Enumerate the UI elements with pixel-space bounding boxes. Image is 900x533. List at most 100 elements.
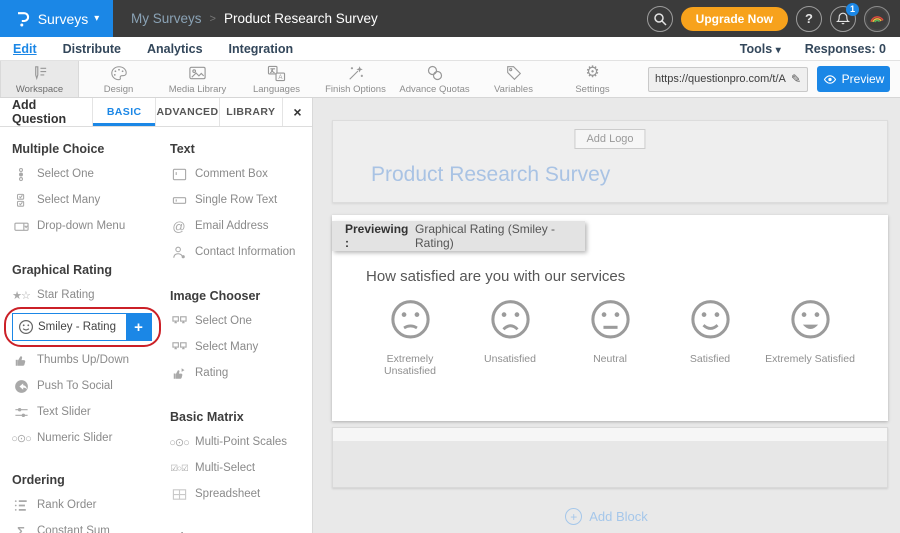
qtype-rank-order[interactable]: Rank Order [12, 492, 170, 518]
chevron-down-icon: ▾ [776, 45, 781, 56]
tab-distribute[interactable]: Distribute [63, 42, 121, 56]
add-logo-button[interactable]: Add Logo [574, 129, 645, 149]
option-neutral[interactable]: Neutral [560, 297, 660, 377]
notifications-button[interactable]: 1 [830, 6, 856, 32]
add-smiley-question-button[interactable]: + [126, 314, 151, 340]
magic-wand-icon [347, 64, 365, 83]
qtype-select-many[interactable]: Select Many [12, 187, 170, 213]
radio-stack-icon [12, 167, 30, 182]
at-sign-icon: @ [170, 219, 188, 234]
toolbar-languages[interactable]: A Languages [237, 61, 316, 97]
tab-basic[interactable]: BASIC [92, 98, 155, 126]
tab-integration[interactable]: Integration [229, 42, 294, 56]
qtype-text-slider[interactable]: Text Slider [12, 399, 170, 425]
dropdown-icon [12, 219, 30, 234]
question-preview-card[interactable]: Previewing : Graphical Rating (Smiley - … [332, 215, 888, 421]
qtype-email-address[interactable]: @ Email Address [170, 213, 308, 239]
plus-circle-icon: + [565, 508, 582, 525]
image-pair-icon [170, 340, 188, 354]
help-button[interactable]: ? [796, 6, 822, 32]
qtype-dropdown-menu[interactable]: Drop-down Menu [12, 213, 170, 239]
section-text: Text [170, 142, 308, 156]
edit-url-icon[interactable]: ✎ [791, 72, 801, 86]
toolbar-design[interactable]: Design [79, 61, 158, 97]
tag-icon [505, 64, 523, 83]
translate-icon: A [267, 64, 286, 83]
smiley-extremely-unsatisfied-icon [387, 297, 434, 344]
survey-canvas: Add Logo Product Research Survey Preview… [313, 98, 900, 533]
survey-url-value: https://questionpro.com/t/A [655, 73, 787, 85]
question-text[interactable]: How satisfied are you with our services [366, 268, 625, 285]
tab-library[interactable]: LIBRARY [219, 98, 282, 126]
survey-title[interactable]: Product Research Survey [371, 163, 610, 187]
questionpro-logo-icon [14, 9, 32, 29]
qtype-single-row-text[interactable]: Single Row Text [170, 187, 308, 213]
close-panel-button[interactable]: × [282, 98, 312, 126]
smiley-options-row: Extremely Unsatisfied Unsatisfied Neutra… [360, 297, 860, 377]
search-button[interactable] [647, 6, 673, 32]
preview-button[interactable]: Preview [817, 66, 890, 92]
section-image-chooser: Image Chooser [170, 289, 308, 303]
smiley-extremely-satisfied-icon [787, 297, 834, 344]
panel-title: Add Question [0, 98, 92, 126]
toolbar-advance-quotas[interactable]: Advance Quotas [395, 61, 474, 97]
tab-analytics[interactable]: Analytics [147, 42, 203, 56]
user-avatar[interactable] [864, 6, 890, 32]
product-switcher[interactable]: Surveys ▾ [0, 0, 113, 37]
image-icon [188, 64, 207, 83]
tab-advanced[interactable]: ADVANCED [155, 98, 218, 126]
sigma-icon: Σ [12, 524, 30, 533]
palette-icon [110, 64, 128, 83]
breadcrumb-my-surveys[interactable]: My Surveys [131, 11, 202, 26]
topnav-actions: Upgrade Now ? 1 [647, 6, 900, 32]
toolbar-finish-options[interactable]: Finish Options [316, 61, 395, 97]
question-type-columns: Multiple Choice Select One Select Many D… [0, 127, 312, 533]
tab-edit[interactable]: Edit [13, 42, 37, 56]
qtype-spreadsheet[interactable]: Spreadsheet [170, 481, 308, 507]
breadcrumb: My Surveys > Product Research Survey [131, 11, 378, 26]
toolbar-variables[interactable]: Variables [474, 61, 553, 97]
add-block-button[interactable]: + Add Block [313, 508, 900, 525]
qtype-push-to-social[interactable]: Push To Social [12, 373, 170, 399]
qtype-multi-select[interactable]: ☑○☑ Multi-Select [170, 455, 308, 481]
single-row-text-icon [170, 193, 188, 208]
option-extremely-unsatisfied[interactable]: Extremely Unsatisfied [360, 297, 460, 377]
toolbar-media-library[interactable]: Media Library [158, 61, 237, 97]
qtype-contact-information[interactable]: Contact Information [170, 239, 308, 265]
tools-menu[interactable]: Tools ▾ [740, 42, 781, 56]
notification-badge: 1 [846, 3, 859, 16]
option-extremely-satisfied[interactable]: Extremely Satisfied [760, 297, 860, 377]
qtype-multi-point-scales[interactable]: ○⊙○ Multi-Point Scales [170, 429, 308, 455]
slider-icon [12, 405, 30, 420]
qtype-constant-sum[interactable]: Σ Constant Sum [12, 518, 170, 533]
qtype-thumbs-up-down[interactable]: Thumbs Up/Down [12, 347, 170, 373]
toolbar-settings[interactable]: ⚙ Settings [553, 61, 632, 97]
rank-list-icon [12, 498, 30, 513]
question-type-column-1: Multiple Choice Select One Select Many D… [12, 129, 170, 533]
breadcrumb-separator: > [210, 13, 216, 25]
panel-header: Add Question BASIC ADVANCED LIBRARY × [0, 98, 312, 127]
survey-url-field[interactable]: https://questionpro.com/t/A ✎ [648, 67, 808, 92]
qtype-numeric-slider[interactable]: ○⊙○ Numeric Slider [12, 425, 170, 451]
option-satisfied[interactable]: Satisfied [660, 297, 760, 377]
breadcrumb-survey-name: Product Research Survey [224, 11, 378, 26]
gear-icon: ⚙ [585, 64, 599, 83]
top-navigation: Surveys ▾ My Surveys > Product Research … [0, 0, 900, 37]
upgrade-now-button[interactable]: Upgrade Now [681, 7, 788, 31]
smiley-rating-annotation: Smiley - Rating + [12, 313, 152, 341]
qtype-comment-box[interactable]: Comment Box [170, 161, 308, 187]
previewing-tab: Previewing : Graphical Rating (Smiley - … [332, 221, 585, 251]
qtype-select-one[interactable]: Select One [12, 161, 170, 187]
toolbar-workspace[interactable]: Workspace [0, 61, 79, 97]
option-unsatisfied[interactable]: Unsatisfied [460, 297, 560, 377]
previewing-value: Graphical Rating (Smiley - Rating) [415, 222, 585, 250]
qtype-image-rating[interactable]: Rating [170, 360, 308, 386]
qtype-image-select-many[interactable]: Select Many [170, 334, 308, 360]
survey-footer-block[interactable] [332, 427, 888, 488]
survey-header-card[interactable]: Add Logo Product Research Survey [332, 120, 888, 203]
responses-count: Responses: 0 [805, 42, 886, 56]
qtype-image-select-one[interactable]: Select One [170, 308, 308, 334]
qtype-star-rating[interactable]: ★☆ Star Rating [12, 282, 170, 308]
spreadsheet-grid-icon [170, 487, 188, 502]
qtype-smiley-rating-selected[interactable]: Smiley - Rating + [12, 313, 152, 341]
